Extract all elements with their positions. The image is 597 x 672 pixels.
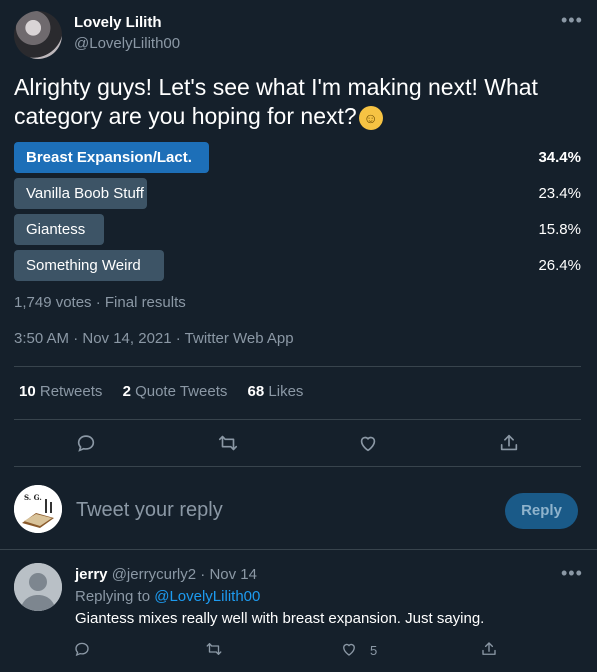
reply-retweet-icon[interactable] [205,640,223,658]
poll-option-label: Something Weird [26,257,141,274]
tweet-body: Alrighty guys! Let's see what I'm making… [14,74,538,129]
poll-option-percent: 34.4% [538,149,581,166]
quote-tweets-stat[interactable]: 2 Quote Tweets [123,383,228,400]
replying-to-link[interactable]: @LovelyLilith00 [154,588,260,605]
likes-stat[interactable]: 68 Likes [248,383,304,400]
divider [14,366,581,367]
reply-author-avatar[interactable] [14,563,62,611]
reply-more-options-icon[interactable]: ••• [561,563,583,584]
more-options-icon[interactable]: ••• [561,10,583,31]
divider [14,419,581,420]
poll-option-label: Vanilla Boob Stuff [26,185,144,202]
reply-button[interactable]: Reply [505,493,578,529]
author-handle[interactable]: @LovelyLilith00 [74,35,180,52]
author-avatar[interactable] [14,11,62,59]
divider [14,466,581,467]
divider [0,549,597,550]
engagement-stats: 10 Retweets 2 Quote Tweets 68 Likes [19,383,319,400]
tweet-timestamp[interactable]: 3:50 AM · Nov 14, 2021 · Twitter Web App [14,330,294,347]
tweet-text: Alrighty guys! Let's see what I'm making… [14,73,574,131]
avatar-text: S. G. [24,493,42,502]
reply-share-icon[interactable] [480,640,498,658]
poll-summary: 1,749 votes · Final results [14,294,186,311]
retweets-stat[interactable]: 10 Retweets [19,383,102,400]
reply-meta: @jerrycurly2 · Nov 14 [111,566,257,583]
reply-text: Giantess mixes really well with breast e… [75,610,485,627]
poll-option-percent: 26.4% [538,257,581,274]
poll-option-label: Giantess [26,221,86,238]
smiling-emoji-icon: ☺ [358,105,383,130]
reply-icon[interactable] [75,432,97,454]
share-icon[interactable] [498,432,520,454]
poll-option-percent: 23.4% [538,185,581,202]
reply-header: jerry @jerrycurly2 · Nov 14 [75,566,257,583]
retweet-icon[interactable] [217,432,239,454]
replying-to: Replying to @LovelyLilith00 [75,588,261,605]
reply-reply-icon[interactable] [73,640,91,658]
author-name[interactable]: Lovely Lilith [74,14,162,31]
reply-input[interactable]: Tweet your reply [76,499,223,522]
user-avatar[interactable]: S. G. [14,485,62,533]
reply-like-count: 5 [370,643,378,658]
reply-author-name[interactable]: jerry [75,566,108,583]
poll-option-label: Breast Expansion/Lact. [26,149,192,166]
poll-option-percent: 15.8% [538,221,581,238]
like-icon[interactable] [357,432,379,454]
reply-like-icon[interactable] [340,640,358,658]
